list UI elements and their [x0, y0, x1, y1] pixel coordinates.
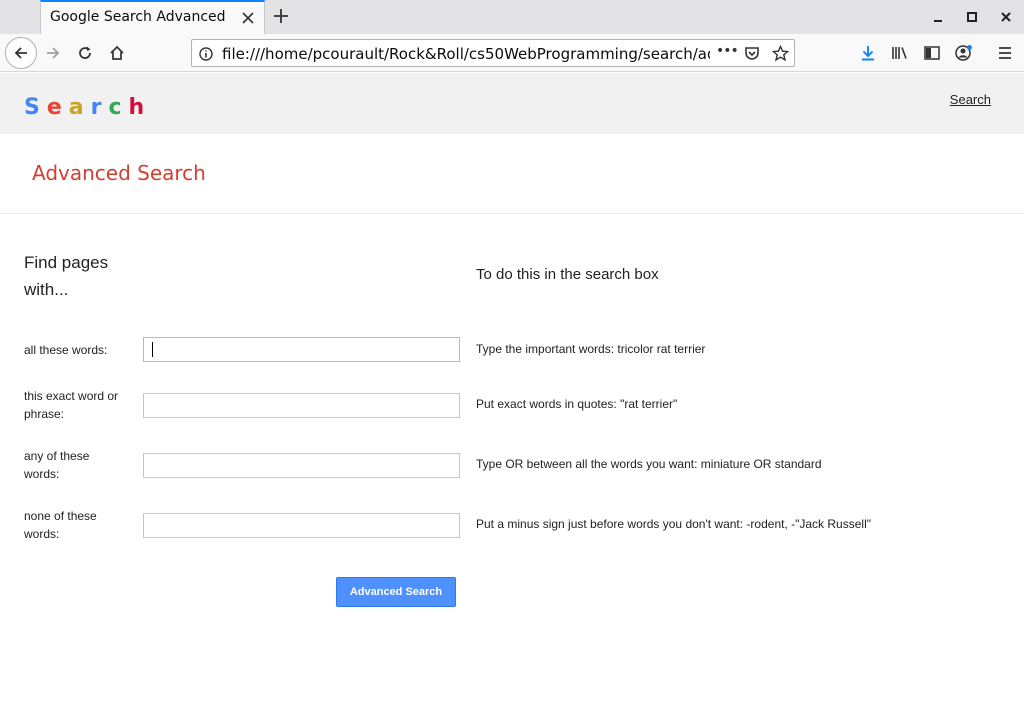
info-icon[interactable]	[199, 46, 213, 65]
plus-icon[interactable]	[270, 5, 292, 27]
all-words-input[interactable]	[143, 337, 460, 362]
pocket-icon[interactable]	[744, 46, 760, 65]
logo-letter: c	[108, 95, 129, 120]
search-logo[interactable]: Search	[24, 95, 151, 120]
none-words-label: none of these words:	[24, 509, 97, 541]
menu-icon[interactable]	[991, 39, 1019, 67]
url-text[interactable]: file:///home/pcourault/Rock&Roll/cs50Web…	[222, 45, 710, 63]
all-words-label: all these words:	[24, 343, 108, 357]
minimize-icon[interactable]	[928, 7, 948, 27]
none-words-input[interactable]	[143, 513, 460, 538]
logo-letter: a	[68, 95, 91, 120]
site-header: Search Search	[0, 73, 1024, 134]
page-content: Search Search Advanced Search Find pages…	[0, 73, 1024, 707]
exact-phrase-label: this exact word or phrase:	[24, 389, 119, 421]
sidebar-icon[interactable]	[918, 39, 946, 67]
search-nav-link[interactable]: Search	[950, 92, 991, 107]
page-title: Advanced Search	[32, 161, 206, 185]
forward-icon[interactable]	[39, 39, 67, 67]
logo-letter: S	[24, 95, 47, 120]
exact-phrase-input[interactable]	[143, 393, 460, 418]
divider	[0, 213, 1024, 214]
reload-icon[interactable]	[71, 39, 99, 67]
download-icon[interactable]	[854, 39, 882, 67]
window-close-icon[interactable]	[996, 7, 1016, 27]
url-bar[interactable]: file:///home/pcourault/Rock&Roll/cs50Web…	[191, 39, 795, 67]
library-icon[interactable]	[886, 39, 914, 67]
browser-tab[interactable]: Google Search Advanced	[40, 0, 265, 34]
search-box-heading: To do this in the search box	[476, 266, 659, 283]
all-words-hint: Type the important words: tricolor rat t…	[476, 342, 706, 356]
any-words-input[interactable]	[143, 453, 460, 478]
maximize-icon[interactable]	[962, 7, 982, 27]
advanced-search-button[interactable]: Advanced Search	[336, 577, 456, 607]
logo-letter: e	[46, 95, 69, 120]
logo-letter: h	[128, 95, 152, 120]
star-icon[interactable]	[771, 44, 790, 66]
nav-bar: file:///home/pcourault/Rock&Roll/cs50Web…	[0, 34, 1024, 72]
any-words-label: any of these words:	[24, 449, 90, 481]
tab-bar: Google Search Advanced	[0, 0, 1024, 34]
back-icon[interactable]	[5, 37, 37, 69]
logo-letter: r	[90, 95, 109, 120]
find-pages-heading: Find pages with...	[24, 253, 109, 299]
home-icon[interactable]	[103, 39, 131, 67]
any-words-hint: Type OR between all the words you want: …	[476, 457, 822, 471]
page-actions-icon[interactable]: •••	[716, 43, 739, 59]
account-icon[interactable]	[950, 39, 978, 67]
text-caret	[152, 342, 153, 357]
exact-phrase-hint: Put exact words in quotes: "rat terrier"	[476, 397, 678, 411]
none-words-hint: Put a minus sign just before words you d…	[476, 517, 871, 531]
close-icon[interactable]	[238, 8, 258, 28]
tab-title: Google Search Advanced	[50, 9, 226, 25]
